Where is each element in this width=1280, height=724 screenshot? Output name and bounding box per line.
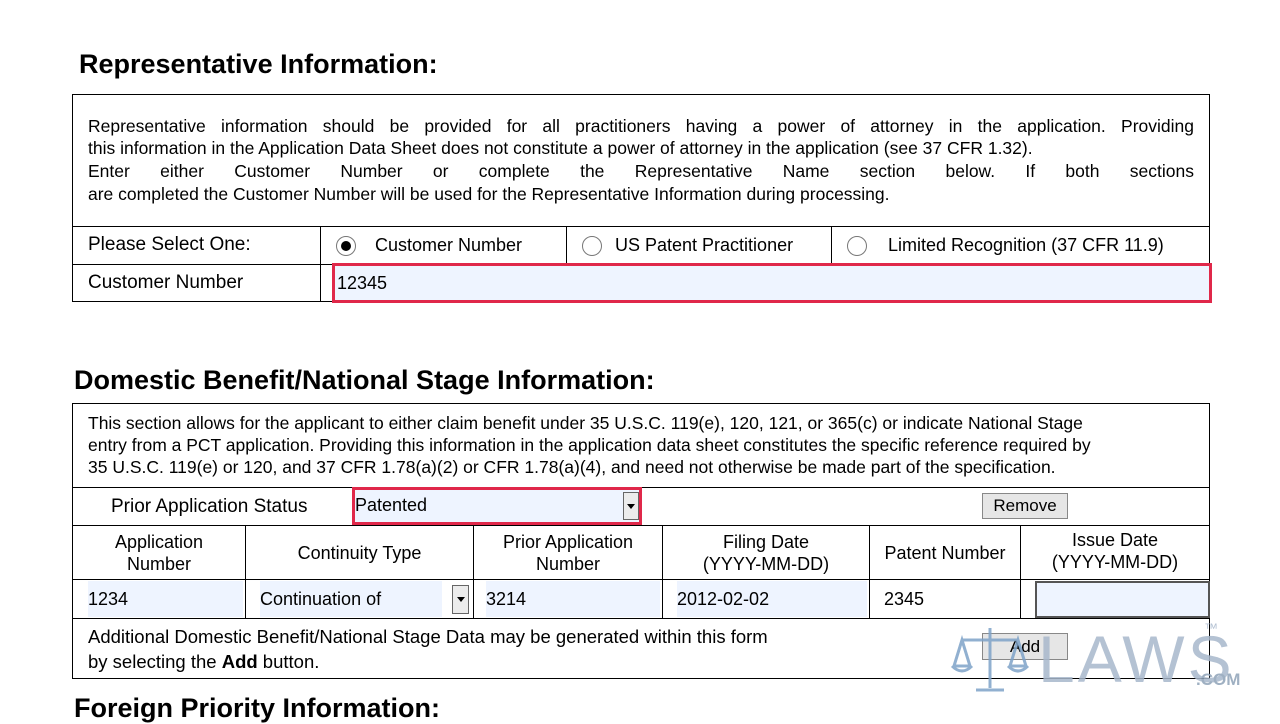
column-issue-date: Issue Date (YYYY-MM-DD) — [1020, 526, 1209, 579]
issue-date-input[interactable] — [1035, 581, 1210, 618]
application-number-input[interactable]: 1234 — [88, 581, 243, 617]
prior-application-status-dropdown-arrow[interactable] — [623, 492, 639, 520]
column-patent-number: Patent Number — [869, 526, 1020, 579]
laws-tm-mark: ™ — [1204, 620, 1218, 636]
representative-intro-3: Enter either Customer Number or complete… — [88, 161, 1194, 181]
domestic-intro-3: 35 U.S.C. 119(e) or 120, and 37 CFR 1.78… — [88, 457, 1056, 477]
domestic-table-row: 1234 Continuation of 3214 2012-02-02 234… — [73, 579, 1210, 618]
prior-application-status-label: Prior Application Status — [111, 496, 308, 517]
select-one-row: Please Select One: Customer Number US Pa… — [73, 226, 1209, 264]
radio-customer-number-dot[interactable] — [336, 236, 356, 256]
additional-data-text: Additional Domestic Benefit/National Sta… — [88, 626, 768, 672]
continuity-type-select[interactable]: Continuation of — [260, 581, 442, 617]
domestic-benefit-heading: Domestic Benefit/National Stage Informat… — [74, 365, 655, 395]
continuity-type-dropdown-arrow[interactable] — [452, 585, 469, 614]
column-prior-application-number: Prior Application Number — [473, 526, 662, 579]
radio-us-patent-practitioner-label: US Patent Practitioner — [615, 235, 794, 255]
customer-number-label: Customer Number — [88, 272, 244, 293]
representative-heading: Representative Information: — [79, 49, 438, 79]
radio-customer-number[interactable]: Customer Number — [320, 227, 566, 264]
radio-limited-recognition-dot[interactable] — [847, 236, 867, 256]
radio-limited-recognition-label: Limited Recognition (37 CFR 11.9) — [888, 235, 1164, 255]
radio-us-patent-practitioner[interactable]: US Patent Practitioner — [566, 227, 831, 264]
foreign-priority-heading: Foreign Priority Information: — [74, 693, 441, 723]
prior-application-number-input[interactable]: 3214 — [486, 581, 660, 617]
prior-application-status-select[interactable]: Patented — [352, 487, 642, 525]
scales-of-justice-icon — [950, 628, 1030, 692]
representative-intro-2: this information in the Application Data… — [88, 138, 1033, 158]
remove-button[interactable]: Remove — [982, 493, 1068, 519]
column-continuity-type: Continuity Type — [245, 526, 473, 579]
radio-customer-number-label: Customer Number — [375, 235, 523, 255]
domestic-intro-2: entry from a PCT application. Providing … — [88, 435, 1091, 455]
customer-number-input[interactable]: 12345 — [332, 263, 1212, 303]
radio-limited-recognition[interactable]: Limited Recognition (37 CFR 11.9) — [831, 227, 1209, 264]
radio-us-patent-practitioner-dot[interactable] — [582, 236, 602, 256]
select-one-label: Please Select One: — [88, 234, 251, 255]
filing-date-input[interactable]: 2012-02-02 — [677, 581, 867, 617]
laws-com-suffix: .COM — [1196, 670, 1241, 689]
domestic-intro-1: This section allows for the applicant to… — [88, 413, 1083, 433]
column-filing-date: Filing Date (YYYY-MM-DD) — [662, 526, 869, 579]
domestic-table-header: Application Number Continuity Type Prior … — [73, 525, 1209, 579]
prior-application-status-value: Patented — [355, 495, 428, 515]
laws-watermark: LAWS ™ .COM — [950, 616, 1250, 706]
representative-intro-1: Representative information should be pro… — [88, 116, 1194, 136]
representative-intro-4: are completed the Customer Number will b… — [88, 184, 890, 204]
column-application-number: Application Number — [114, 531, 204, 574]
customer-number-divider — [320, 265, 321, 302]
patent-number-input[interactable]: 2345 — [884, 581, 1018, 617]
